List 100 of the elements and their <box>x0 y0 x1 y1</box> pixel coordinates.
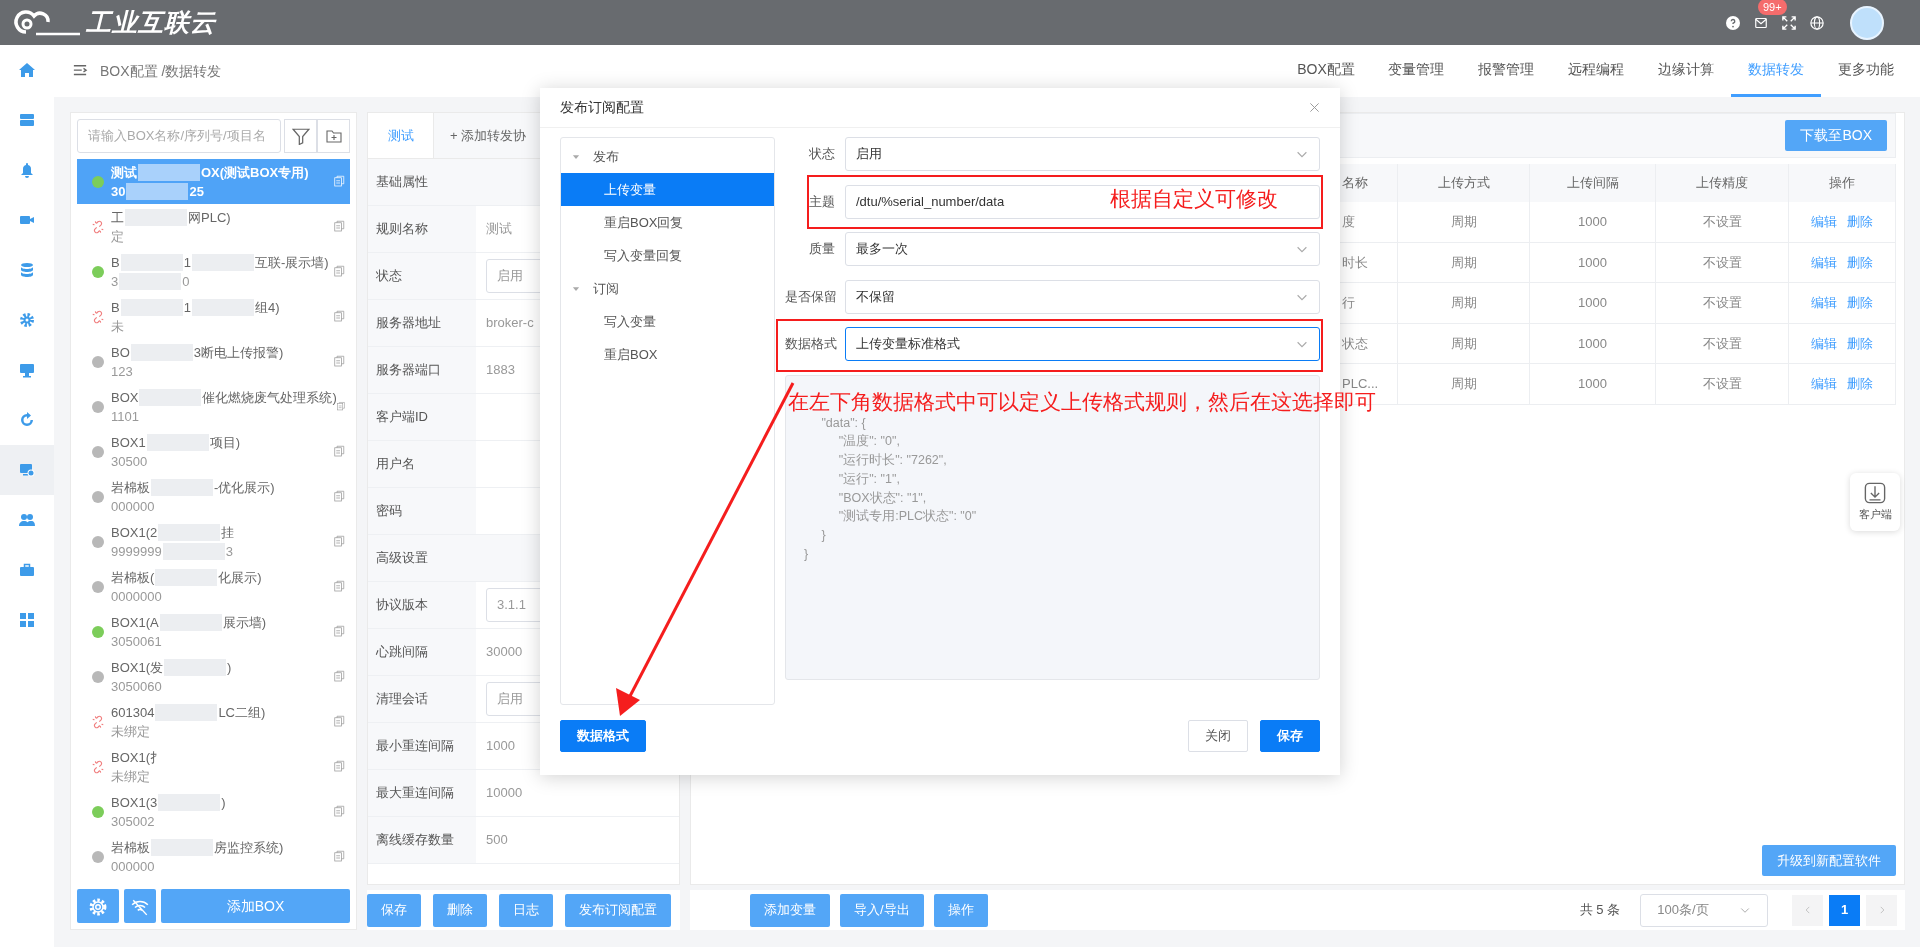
briefcase-icon <box>19 562 35 578</box>
avatar[interactable] <box>1850 5 1884 40</box>
copy-icon[interactable] <box>334 670 346 683</box>
add-folder-button[interactable] <box>317 119 350 153</box>
tree-item[interactable]: 写入变量回复 <box>561 239 774 272</box>
copy-icon[interactable] <box>334 715 346 728</box>
globe-icon[interactable] <box>1810 15 1824 30</box>
table-cell-text: 周期 <box>1450 375 1477 393</box>
device-name: BO <box>111 343 130 362</box>
table-cell-text: 1000 <box>1578 213 1607 231</box>
property-value: 1000 <box>486 737 515 756</box>
property-label: 服务器地址 <box>368 300 476 346</box>
device-list-item[interactable]: BOX 催化燃烧废气处理系统) 1101 <box>77 384 350 429</box>
copy-icon[interactable] <box>334 445 346 458</box>
dialog-title: 发布订阅配置 <box>560 98 644 117</box>
copy-icon[interactable] <box>334 760 346 773</box>
search-field[interactable]: 请输入BOX名称/序列号/项目名 <box>77 119 281 153</box>
device-name: BOX <box>111 388 139 407</box>
device-name: 挂 <box>221 523 235 542</box>
redaction-mask <box>126 182 189 200</box>
device-name: 1 <box>183 253 191 272</box>
device-list-item[interactable]: 601304 LC二组) 未绑定 <box>77 699 350 744</box>
copy-icon[interactable] <box>334 175 346 188</box>
column-header: 操作 <box>1829 174 1855 193</box>
tab[interactable]: 报警管理 <box>1461 45 1551 97</box>
table-cell-text: 不设置 <box>1702 375 1742 393</box>
property-label: 清理会话 <box>368 676 476 722</box>
tab[interactable]: 边缘计算 <box>1641 45 1731 97</box>
copy-icon[interactable] <box>334 220 346 233</box>
tab[interactable]: BOX配置 <box>1281 45 1371 97</box>
property-label: 密码 <box>368 488 476 534</box>
device-serial: 未 <box>111 317 124 336</box>
copy-icon[interactable] <box>334 580 346 593</box>
copy-icon[interactable] <box>334 805 346 818</box>
data-format-button[interactable]: 数据格式 <box>560 720 646 752</box>
copy-icon[interactable] <box>334 535 346 548</box>
table-cell-text: 1000 <box>1578 334 1607 353</box>
copy-icon[interactable] <box>334 310 346 323</box>
device-serial: 0 <box>182 272 190 291</box>
fullscreen-icon[interactable] <box>1782 15 1796 30</box>
device-list-item[interactable]: BOX1 项目) 30500 <box>77 429 350 474</box>
device-serial: 9999999 <box>111 542 162 561</box>
copy-icon[interactable] <box>334 265 346 278</box>
tab[interactable]: + 添加转发协 <box>434 113 543 158</box>
device-list-item[interactable]: BOX1(A 展示墙) 3050061 <box>77 609 350 654</box>
help-icon[interactable] <box>1726 15 1740 30</box>
copy-icon[interactable] <box>336 400 346 413</box>
tree-item[interactable]: 写入变量 <box>561 305 774 338</box>
device-name: BOX1(A <box>111 613 159 632</box>
column-header: 上传间隔 <box>1566 174 1619 193</box>
close-button[interactable]: 关闭 <box>1188 720 1248 752</box>
tree-item[interactable]: 重启BOX回复 <box>561 206 774 239</box>
logo-text: 工业互联云 <box>86 6 216 38</box>
select-field[interactable]: 不保留 <box>845 279 1320 314</box>
select-field[interactable]: 上传变量标准格式 <box>845 327 1320 361</box>
device-list-item[interactable]: B 1 互联-展示墙) 3 0 <box>77 249 350 294</box>
device-list-item[interactable]: BO 3断电上传报警) 123 <box>77 339 350 384</box>
property-label: 最大重连间隔 <box>368 770 476 816</box>
device-list-item[interactable]: B 1 组4) 未 <box>77 294 350 339</box>
page-button[interactable]: 1 <box>1829 894 1860 926</box>
nav-item[interactable] <box>0 445 54 495</box>
mail-icon[interactable] <box>1754 17 1768 30</box>
device-name: B <box>111 298 120 317</box>
device-name: 3断电上传报警) <box>193 343 284 362</box>
tree-item[interactable]: 重启BOX <box>561 338 774 371</box>
wifi-off-button[interactable] <box>124 889 156 923</box>
page-size-select[interactable]: 100条/页 <box>1640 893 1768 927</box>
client-download-widget[interactable]: 客户端 <box>1850 473 1900 531</box>
device-list-item[interactable]: 岩棉板( 化展示) 0000000 <box>77 564 350 609</box>
device-list-item[interactable]: BOX1(扌 未绑定 <box>77 744 350 789</box>
copy-icon[interactable] <box>334 625 346 638</box>
select-field[interactable]: 启用 <box>845 137 1320 171</box>
device-list-item[interactable]: 工 网PLC) 定 <box>77 204 350 249</box>
device-name: 房监控系统) <box>214 838 284 857</box>
wifi-off-icon <box>131 897 149 916</box>
tab[interactable]: 变量管理 <box>1371 45 1461 97</box>
device-list-item[interactable]: 岩棉板 房监控系统) 000000 <box>77 834 350 879</box>
settings-button[interactable] <box>77 889 119 923</box>
tab[interactable]: 远程编程 <box>1551 45 1641 97</box>
table-cell-text: 时长 <box>1342 253 1368 272</box>
property-label: 协议版本 <box>368 582 476 628</box>
device-list-item[interactable]: 岩棉板 -优化展示) 000000 <box>77 474 350 519</box>
device-list-item[interactable]: BOX1(2 挂 9999999 3 <box>77 519 350 564</box>
tab[interactable]: 更多功能 <box>1821 45 1911 97</box>
close-button[interactable] <box>1309 102 1320 113</box>
save-button[interactable]: 保存 <box>1260 720 1320 752</box>
copy-icon[interactable] <box>334 490 346 503</box>
column-header: 上传方式 <box>1437 174 1490 193</box>
device-list-item[interactable]: BOX1(发 ) 3050060 <box>77 654 350 699</box>
redaction-mask <box>138 163 200 181</box>
device-serial: 25 <box>189 182 204 201</box>
device-list-item[interactable]: BOX1(3 ) 305002 <box>77 789 350 834</box>
menu-icon[interactable] <box>72 64 88 78</box>
copy-icon[interactable] <box>334 850 346 863</box>
tree-item[interactable]: 上传变量 <box>561 173 774 206</box>
filter-button[interactable] <box>284 119 317 153</box>
tree-node[interactable]: 订阅 <box>593 278 619 299</box>
copy-icon[interactable] <box>334 355 346 368</box>
table-cell-text: 行 <box>1342 294 1355 312</box>
select-field[interactable]: 最多一次 <box>845 232 1320 266</box>
